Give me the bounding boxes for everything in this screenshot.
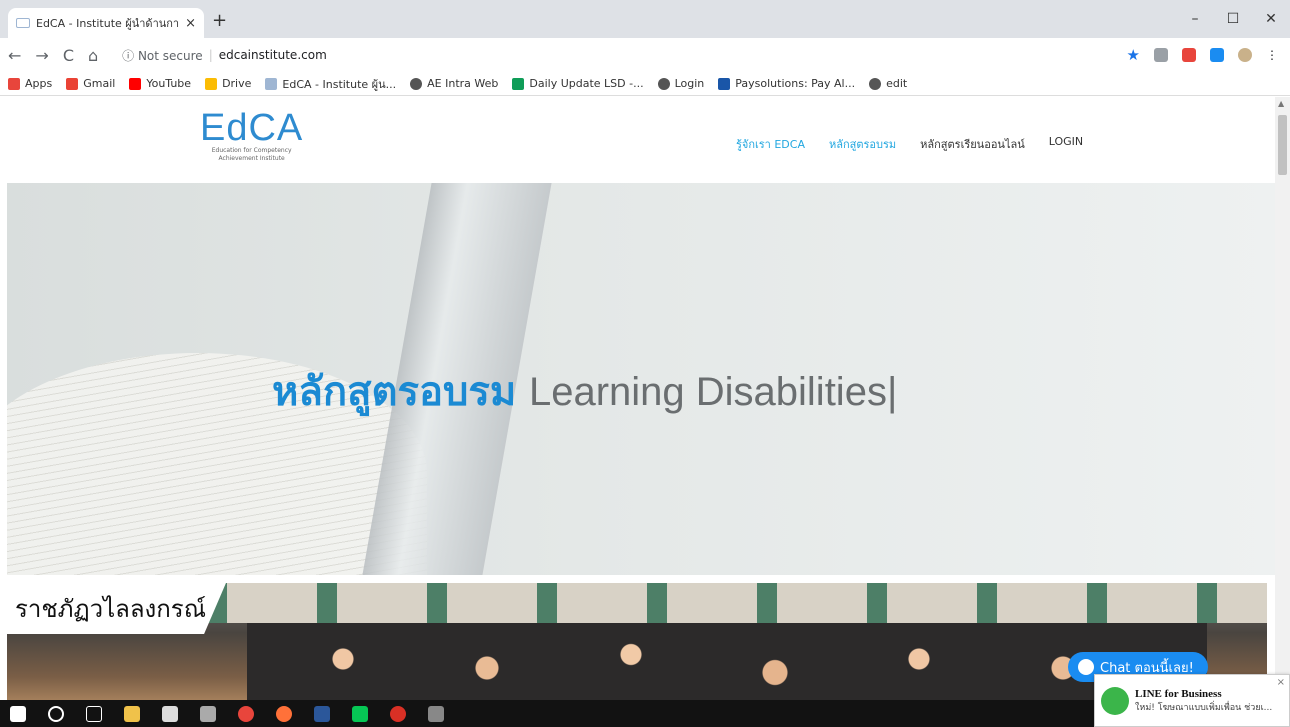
word-icon[interactable] xyxy=(314,705,330,722)
browser-tab[interactable]: EdCA - Institute ผู้นำด้านการถ่ายทอ × xyxy=(8,8,204,38)
notification-body: ใหม่! โฆษณาแบบเพิ่มเพื่อน ช่วยเ... xyxy=(1135,702,1273,713)
bookmark-label: YouTube xyxy=(146,77,192,90)
menu-item-online-courses[interactable]: หลักสูตรเรียนออนไลน์ xyxy=(920,135,1025,153)
paysolutions-icon xyxy=(718,77,731,90)
notification-close-icon[interactable]: × xyxy=(1277,677,1285,688)
bookmark-label: EdCA - Institute ผู้น... xyxy=(282,77,397,91)
bookmark-gmail[interactable]: Gmail xyxy=(66,77,115,90)
tab-close-icon[interactable]: × xyxy=(185,16,196,31)
notification-text: LINE for Business ใหม่! โฆษณาแบบเพิ่มเพื… xyxy=(1135,688,1275,714)
cortana-search-icon[interactable] xyxy=(48,705,64,722)
calendar-icon[interactable] xyxy=(200,705,216,722)
web-page: EdCA Education for Competency Achievemen… xyxy=(0,97,1275,700)
omnibox[interactable]: ⓘ Not secure | edcainstitute.com xyxy=(122,47,327,64)
bookmark-label: Apps xyxy=(25,77,53,90)
logo-subtitle-1: Education for Competency xyxy=(211,147,292,154)
hero-banner: หลักสูตรอบรม Learning Disabilities| xyxy=(7,183,1275,575)
menu-item-about[interactable]: รู้จักเรา EDCA xyxy=(736,135,805,153)
bookmark-label: Drive xyxy=(222,77,252,90)
bookmark-label: Daily Update LSD -... xyxy=(529,77,644,90)
omnibox-separator: | xyxy=(208,48,213,62)
site-menu: รู้จักเรา EDCA หลักสูตรอบรม หลักสูตรเรีย… xyxy=(736,135,1083,153)
line-icon[interactable] xyxy=(352,705,368,722)
bookmark-drive[interactable]: Drive xyxy=(205,77,251,90)
globe-icon xyxy=(869,77,882,90)
sheets-icon xyxy=(512,77,525,90)
new-tab-button[interactable]: + xyxy=(212,10,227,31)
bookmark-label: Login xyxy=(674,77,705,90)
chrome-profile-icon[interactable] xyxy=(390,705,406,722)
bookmark-label: Paysolutions: Pay Al... xyxy=(735,77,856,90)
calendar-extension-icon[interactable] xyxy=(1182,48,1196,62)
bookmark-ae-intra-web[interactable]: AE Intra Web xyxy=(410,77,498,90)
scroll-up-arrow-icon[interactable]: ▲ xyxy=(1278,99,1284,108)
chrome-icon[interactable] xyxy=(238,705,254,722)
site-logo[interactable]: EdCA Education for Competency Achievemen… xyxy=(200,109,303,163)
bookmarks-bar: Apps Gmail YouTube Drive EdCA - Institut… xyxy=(0,72,1290,96)
bookmark-edit[interactable]: edit xyxy=(869,77,907,90)
menu-kebab-icon[interactable]: ⋮ xyxy=(1266,48,1278,62)
gmail-icon xyxy=(66,77,79,90)
bookmark-apps[interactable]: Apps xyxy=(8,77,52,90)
group-photo: ราชภัฏวไลลงกรณ์ xyxy=(7,583,1267,700)
bookmark-star-icon[interactable]: ★ xyxy=(1127,46,1140,64)
bookmark-daily-update[interactable]: Daily Update LSD -... xyxy=(512,77,644,90)
pen-extension-icon[interactable] xyxy=(1210,48,1224,62)
line-notification[interactable]: LINE for Business ใหม่! โฆษณาแบบเพิ่มเพื… xyxy=(1094,674,1290,727)
bookmark-label: edit xyxy=(886,77,908,90)
bookmark-login[interactable]: Login xyxy=(657,77,705,90)
firefox-icon[interactable] xyxy=(276,705,292,722)
bookmark-label: Gmail xyxy=(83,77,116,90)
windows-start-icon[interactable] xyxy=(10,705,26,722)
mail-icon[interactable] xyxy=(162,705,178,722)
bookmark-label: AE Intra Web xyxy=(427,77,499,90)
messenger-icon xyxy=(1078,659,1094,675)
hero-thai-text: หลักสูตรอบรม xyxy=(272,369,517,415)
bookmark-youtube[interactable]: YouTube xyxy=(129,77,191,90)
address-bar: ← → C ⌂ ⓘ Not secure | edcainstitute.com xyxy=(0,38,1290,72)
logo-subtitle-2: Achievement Institute xyxy=(218,155,285,162)
photo-caption: ราชภัฏวไลลงกรณ์ xyxy=(7,583,226,634)
profile-avatar-icon[interactable] xyxy=(1238,48,1252,62)
forward-icon[interactable]: → xyxy=(35,46,48,65)
back-icon[interactable]: ← xyxy=(8,46,21,65)
close-window-button[interactable]: ✕ xyxy=(1252,0,1290,38)
window-controls: – ☐ ✕ xyxy=(1176,0,1290,38)
page-scrollbar[interactable]: ▲ xyxy=(1275,97,1290,700)
menu-item-login[interactable]: LOGIN xyxy=(1049,135,1083,153)
security-indicator[interactable]: ⓘ Not secure xyxy=(122,47,203,64)
tab-title: EdCA - Institute ผู้นำด้านการถ่ายทอ xyxy=(36,17,180,30)
line-business-icon xyxy=(1101,686,1129,715)
globe-icon xyxy=(657,77,670,90)
logo-text: EdCA xyxy=(200,107,304,149)
hero-english-text: Learning Disabilities| xyxy=(528,370,898,414)
url-text[interactable]: edcainstitute.com xyxy=(219,48,327,62)
maximize-button[interactable]: ☐ xyxy=(1214,0,1252,38)
edca-icon xyxy=(265,77,278,90)
notification-title: LINE for Business xyxy=(1135,687,1222,700)
globe-icon xyxy=(410,77,423,90)
file-explorer-icon[interactable] xyxy=(124,705,140,722)
paint-icon[interactable] xyxy=(428,705,444,722)
reload-icon[interactable]: C xyxy=(63,46,74,65)
toolbar-extensions: ★ ⋮ xyxy=(1127,46,1278,64)
minimize-button[interactable]: – xyxy=(1176,0,1214,38)
bookmark-paysolutions[interactable]: Paysolutions: Pay Al... xyxy=(718,77,855,90)
photo-crowd xyxy=(247,623,1207,700)
drive-icon xyxy=(205,77,218,90)
scrollbar-thumb[interactable] xyxy=(1278,115,1287,175)
home-icon[interactable]: ⌂ xyxy=(88,46,98,65)
camera-extension-icon[interactable] xyxy=(1154,48,1168,62)
edca-favicon-icon xyxy=(16,18,30,28)
bookmark-edca[interactable]: EdCA - Institute ผู้น... xyxy=(265,75,396,93)
youtube-icon xyxy=(129,77,142,90)
task-view-icon[interactable] xyxy=(86,705,102,722)
menu-item-courses[interactable]: หลักสูตรอบรม xyxy=(829,135,896,153)
apps-grid-icon xyxy=(8,77,20,90)
browser-tab-bar: EdCA - Institute ผู้นำด้านการถ่ายทอ × + … xyxy=(0,0,1290,38)
hero-heading: หลักสูตรอบรม Learning Disabilities| xyxy=(272,359,897,423)
site-header: EdCA Education for Competency Achievemen… xyxy=(0,97,1275,183)
